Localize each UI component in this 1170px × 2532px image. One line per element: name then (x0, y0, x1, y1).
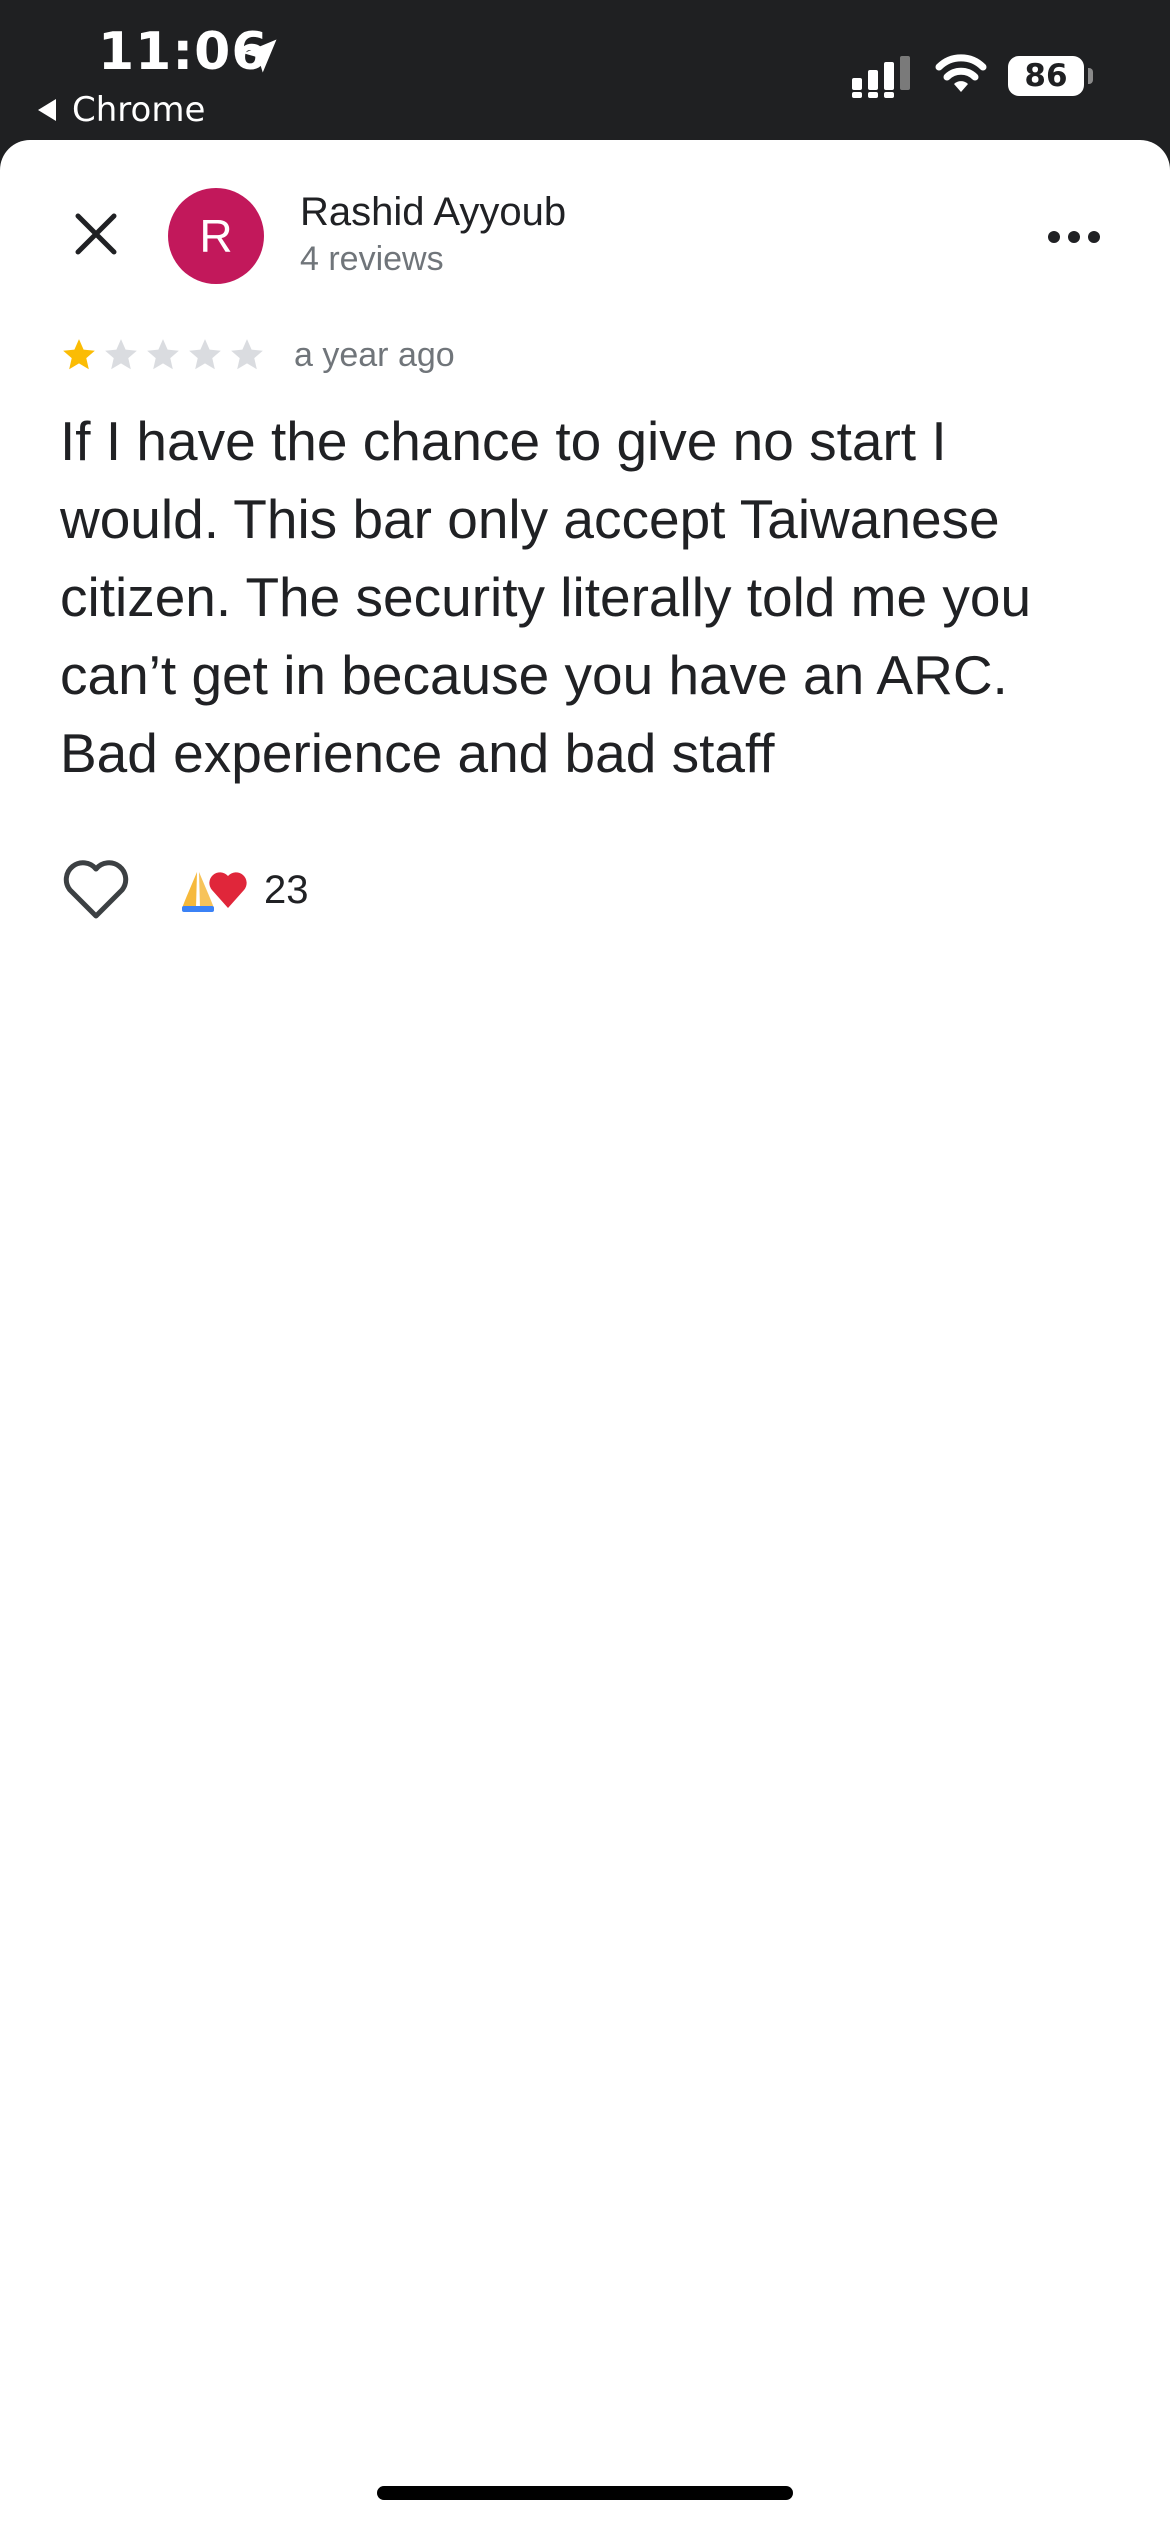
star-rating (60, 336, 266, 374)
star-empty-icon (105, 339, 137, 370)
location-arrow-icon (243, 39, 277, 73)
author-review-count: 4 reviews (300, 240, 444, 278)
star-empty-icon (231, 339, 263, 370)
red-heart-icon (209, 872, 247, 908)
cellular-signal-icon (852, 56, 910, 98)
more-horizontal-icon (1048, 231, 1100, 243)
home-indicator[interactable] (377, 2486, 793, 2500)
close-icon (75, 213, 117, 255)
review-text: If I have the chance to give no start I … (60, 410, 1032, 784)
author-name[interactable]: Rashid Ayyoub (300, 190, 566, 235)
more-options-button[interactable] (1036, 212, 1112, 262)
close-button[interactable] (58, 196, 134, 272)
star-filled-icon (63, 339, 95, 370)
avatar-initial: R (199, 210, 233, 262)
battery-level: 86 (1024, 58, 1068, 94)
like-heart-icon[interactable] (60, 856, 132, 922)
star-empty-icon (147, 339, 179, 370)
star-empty-icon (189, 339, 221, 370)
back-to-app-link[interactable]: Chrome (38, 90, 205, 130)
review-date: a year ago (294, 336, 455, 374)
reaction-count: 23 (264, 867, 309, 912)
reactions-summary[interactable]: 23 (178, 862, 309, 918)
back-triangle-icon (38, 99, 56, 121)
avatar[interactable]: R (168, 188, 264, 284)
battery-nub (1088, 68, 1093, 84)
status-bar: 11:06 Chrome 86 (0, 0, 1170, 150)
wifi-icon (935, 54, 987, 92)
back-app-label: Chrome (72, 90, 206, 130)
battery-icon: 86 (1008, 56, 1084, 96)
